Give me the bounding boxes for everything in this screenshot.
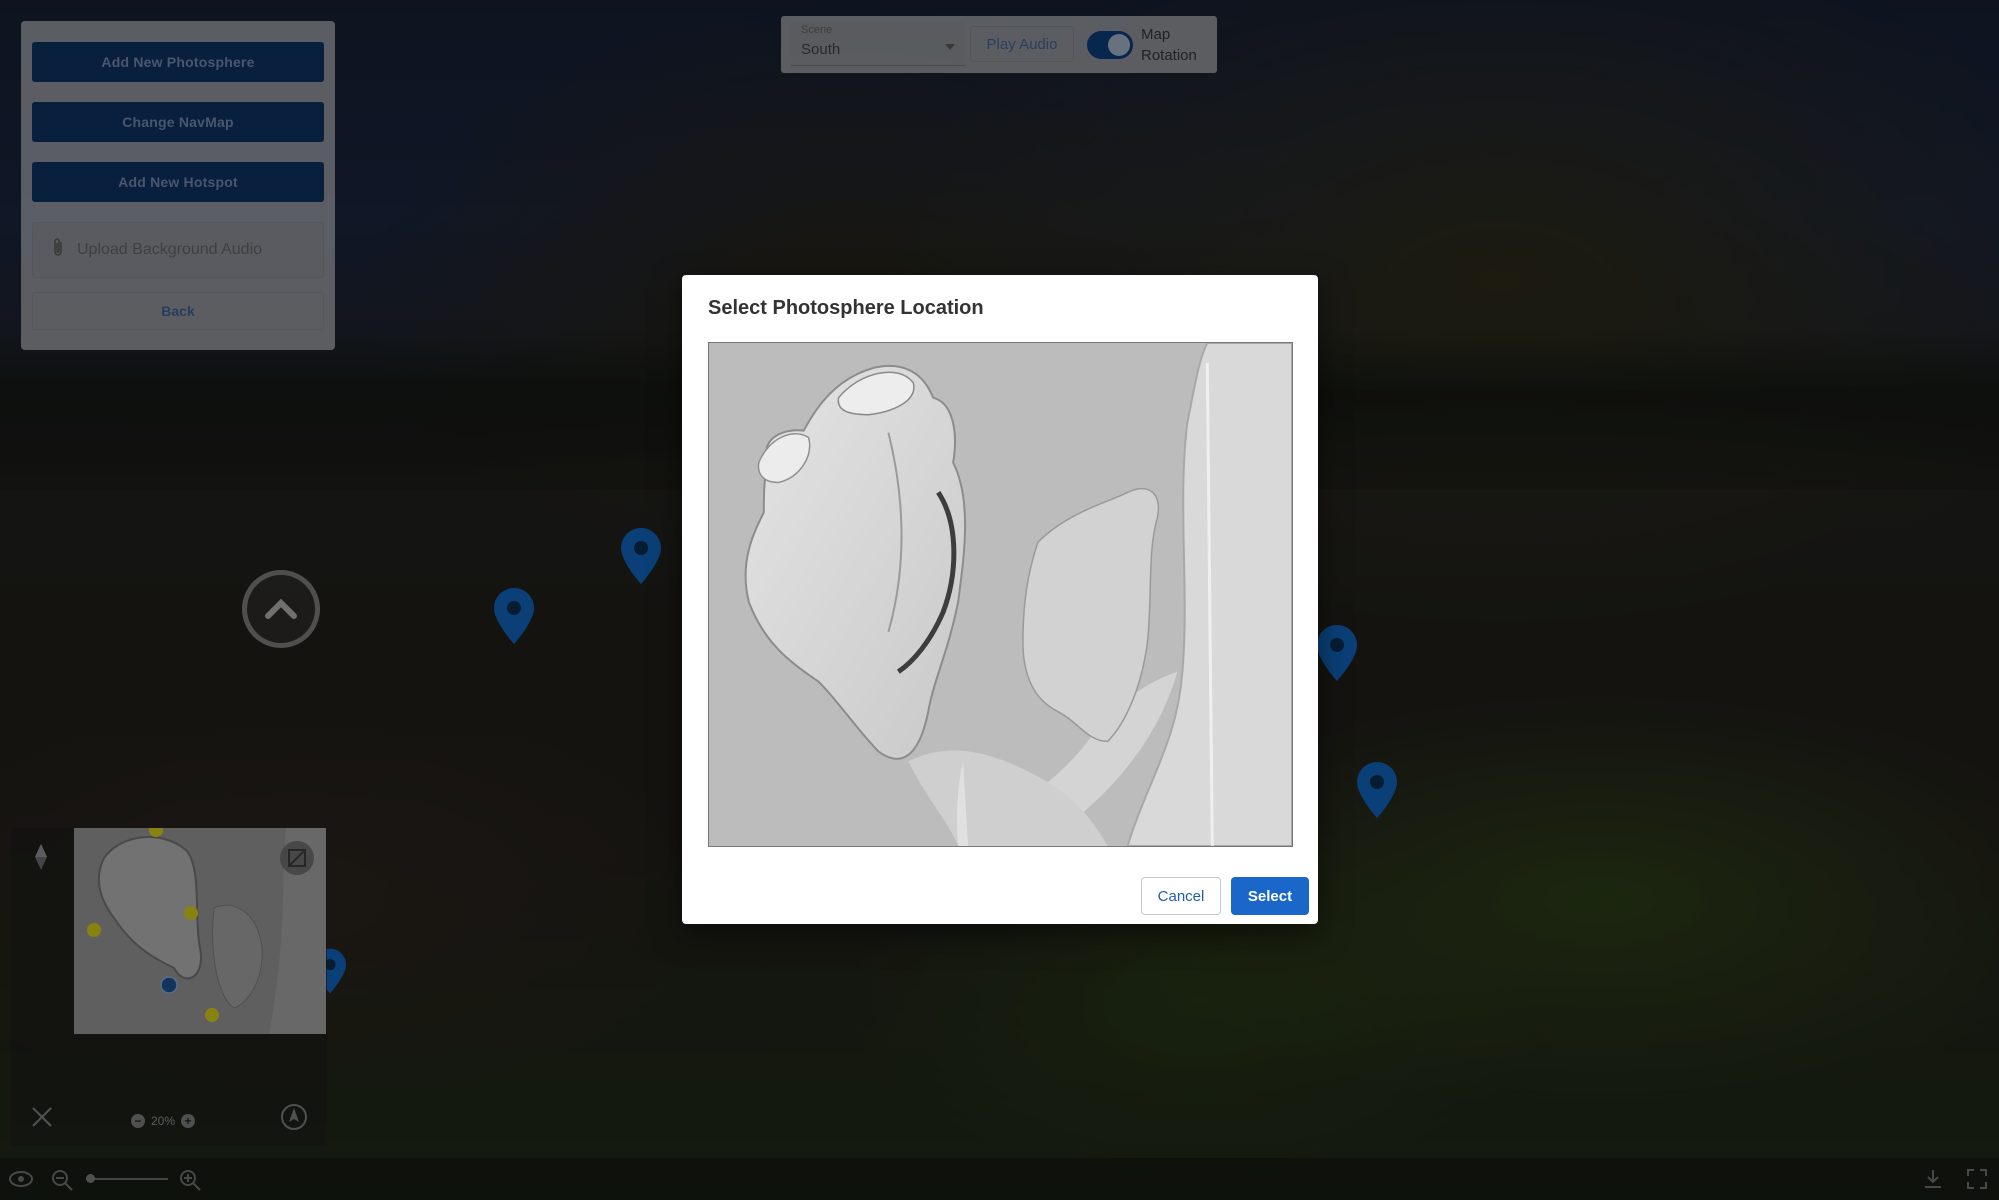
hillshade-map-image: [709, 343, 1292, 846]
cancel-button[interactable]: Cancel: [1141, 877, 1221, 915]
select-button[interactable]: Select: [1231, 877, 1309, 915]
select-location-dialog: Select Photosphere Location Cancel Selec…: [682, 275, 1318, 924]
dialog-title: Select Photosphere Location: [708, 297, 984, 319]
location-map[interactable]: [708, 342, 1293, 847]
